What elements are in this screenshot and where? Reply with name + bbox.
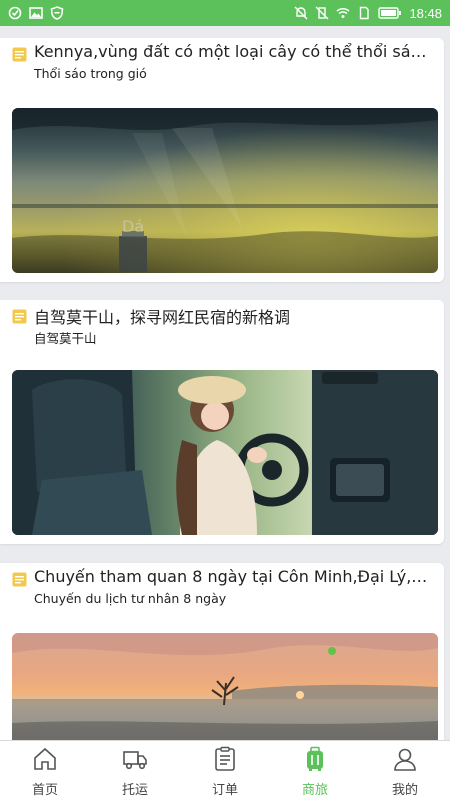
circle-check-icon — [8, 6, 22, 20]
tab-business-travel[interactable]: 商旅 — [270, 741, 360, 800]
status-left — [8, 6, 64, 20]
trip-card[interactable]: 自驾莫干山，探寻网红民宿的新格调 自驾莫干山 — [0, 300, 444, 544]
tab-profile[interactable]: 我的 — [360, 741, 450, 800]
trip-card[interactable]: Chuyến tham quan 8 ngày tại Côn Minh,Đại… — [0, 563, 444, 740]
card-header: Kennya,vùng đất có một loại cây có thể t… — [0, 38, 444, 82]
document-icon — [12, 572, 27, 587]
card-image[interactable] — [12, 370, 438, 535]
lake-sunset-scene — [12, 633, 438, 740]
order-list-icon — [215, 746, 235, 771]
card-subtitle: Thổi sáo trong gió — [34, 66, 147, 81]
card-header: Chuyến tham quan 8 ngày tại Côn Minh,Đại… — [0, 563, 444, 607]
user-icon — [394, 748, 416, 771]
landscape-scene: Dá — [12, 108, 438, 273]
card-title: Kennya,vùng đất có một loại cây có thể t… — [34, 42, 436, 61]
shield-icon — [50, 6, 64, 20]
document-icon — [12, 309, 27, 324]
tab-label: 商旅 — [301, 783, 328, 798]
battery-icon — [378, 7, 402, 19]
tab-label: 托运 — [121, 783, 148, 798]
vibrate-off-icon — [315, 6, 329, 20]
tab-home[interactable]: 首页 — [0, 741, 90, 800]
mute-icon — [294, 6, 308, 20]
trip-card[interactable]: Kennya,vùng đất có một loại cây có thể t… — [0, 38, 444, 282]
card-image[interactable]: Dá — [12, 108, 438, 273]
home-icon — [34, 747, 56, 770]
sim-icon — [360, 6, 370, 20]
luggage-icon — [307, 746, 323, 771]
image-icon — [29, 7, 43, 19]
tab-label: 订单 — [211, 783, 238, 798]
wifi-icon — [336, 8, 350, 18]
card-image[interactable] — [12, 633, 438, 740]
document-icon — [12, 47, 27, 62]
car-interior-scene — [12, 370, 438, 535]
image-overlay-text: Dá — [122, 217, 144, 236]
status-bar: 18:48 — [0, 0, 450, 26]
card-subtitle: Chuyến du lịch tư nhân 8 ngày — [34, 591, 227, 606]
feed-list[interactable]: Kennya,vùng đất có một loại cây có thể t… — [0, 26, 450, 740]
status-time: 18:48 — [409, 5, 442, 21]
tab-orders[interactable]: 订单 — [180, 741, 270, 800]
status-right: 18:48 — [294, 6, 442, 21]
card-title: 自驾莫干山，探寻网红民宿的新格调 — [34, 308, 291, 327]
card-title: Chuyến tham quan 8 ngày tại Côn Minh,Đại… — [34, 567, 436, 586]
bottom-tab-bar: 首页 托运 订单 商旅 我的 — [0, 740, 450, 800]
tab-label: 我的 — [391, 783, 418, 798]
card-header: 自驾莫干山，探寻网红民宿的新格调 自驾莫干山 — [0, 300, 444, 346]
truck-icon — [123, 751, 147, 770]
tab-label: 首页 — [31, 783, 58, 798]
card-subtitle: 自驾莫干山 — [34, 331, 97, 346]
tab-shipping[interactable]: 托运 — [90, 741, 180, 800]
